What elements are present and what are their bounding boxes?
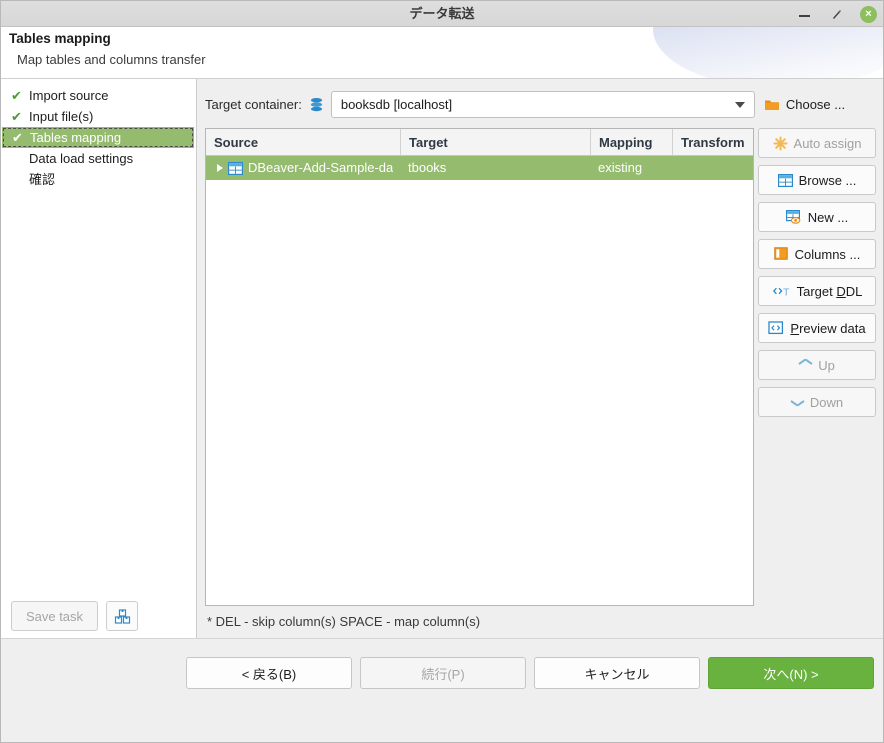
wizard-sidebar: ✔ Import source ✔ Input file(s) ✔ Tables… <box>1 79 197 639</box>
header-decoration <box>653 27 883 78</box>
sidebar-item-label: Import source <box>29 88 109 103</box>
page-title: Tables mapping <box>9 31 111 46</box>
target-container-value: booksdb [localhost] <box>340 97 453 112</box>
cell-source[interactable]: DBeaver-Add-Sample-da <box>206 156 401 180</box>
column-header-transform[interactable]: Transform <box>673 129 753 155</box>
sidebar-item-label: Input file(s) <box>29 109 94 124</box>
check-icon: ✔ <box>11 88 22 103</box>
save-task-bar: Save task <box>11 601 138 631</box>
asterisk-icon <box>773 136 788 151</box>
move-up-button[interactable]: Up <box>758 350 876 380</box>
column-header-target[interactable]: Target <box>401 129 591 155</box>
preview-icon <box>768 321 784 335</box>
chevron-up-icon <box>799 361 812 369</box>
cell-target[interactable]: tbooks <box>401 156 591 180</box>
wizard-nav-buttons: < 戻る(B) 続行(P) キャンセル 次へ(N) > <box>186 657 874 689</box>
browse-button[interactable]: Browse ... <box>758 165 876 195</box>
sidebar-item-confirm[interactable]: 確認 <box>1 169 197 190</box>
table-new-icon <box>785 210 802 224</box>
title-bar: データ転送 × <box>1 1 883 27</box>
sidebar-item-label: 確認 <box>29 172 56 187</box>
target-container-row: Target container: booksdb [localhost] Ch… <box>205 91 849 118</box>
dialog-footer: < 戻る(B) 続行(P) キャンセル 次へ(N) > <box>1 638 883 742</box>
keyboard-hint: * DEL - skip column(s) SPACE - map colum… <box>207 614 481 629</box>
columns-button[interactable]: Columns ... <box>758 239 876 269</box>
sidebar-item-data-load-settings[interactable]: Data load settings <box>1 148 197 169</box>
maximize-icon[interactable] <box>828 5 846 23</box>
browse-label: Browse ... <box>798 172 857 188</box>
preview-data-button[interactable]: Preview data <box>758 313 876 343</box>
boxes-icon <box>114 608 131 625</box>
column-header-mapping[interactable]: Mapping <box>591 129 673 155</box>
continue-button[interactable]: 続行(P) <box>360 657 526 689</box>
window-title: データ転送 <box>409 6 475 21</box>
table-header: Source Target Mapping Transform <box>206 129 753 156</box>
move-down-button[interactable]: Down <box>758 387 876 417</box>
save-task-button[interactable]: Save task <box>11 601 98 631</box>
choose-button-label: Choose ... <box>785 97 846 112</box>
sidebar-item-label: Data load settings <box>29 151 134 166</box>
column-header-source[interactable]: Source <box>206 129 401 155</box>
page-header: Tables mapping Map tables and columns tr… <box>1 27 883 79</box>
columns-icon <box>773 247 789 261</box>
target-ddl-button[interactable]: T Target DDL <box>758 276 876 306</box>
main-panel: Target container: booksdb [localhost] Ch… <box>198 79 883 639</box>
sidebar-item-label: Tables mapping <box>30 130 122 145</box>
auto-assign-label: Auto assign <box>793 135 862 151</box>
sidebar-item-input-files[interactable]: ✔ Input file(s) <box>1 106 197 127</box>
mapping-actions: Auto assign Browse ... New ... Columns .… <box>758 128 876 424</box>
chevron-down-icon[interactable] <box>734 101 745 108</box>
mapping-table[interactable]: Source Target Mapping Transform DBeaver-… <box>205 128 754 606</box>
sidebar-item-import-source[interactable]: ✔ Import source <box>1 85 197 106</box>
columns-label: Columns ... <box>794 246 861 262</box>
minimize-icon[interactable] <box>796 5 814 23</box>
window-controls: × <box>796 1 877 27</box>
cancel-button[interactable]: キャンセル <box>534 657 700 689</box>
choose-button[interactable]: Choose ... <box>762 93 849 116</box>
table-row[interactable]: DBeaver-Add-Sample-da tbooks existing <box>206 156 753 180</box>
back-button[interactable]: < 戻る(B) <box>186 657 352 689</box>
next-button[interactable]: 次へ(N) > <box>708 657 874 689</box>
folder-icon <box>764 98 780 112</box>
close-icon[interactable]: × <box>860 5 877 23</box>
target-container-combo[interactable]: booksdb [localhost] <box>330 91 755 118</box>
database-icon <box>309 97 324 113</box>
expand-arrow-icon[interactable] <box>213 164 226 172</box>
chevron-down-icon <box>791 398 804 406</box>
check-icon: ✔ <box>12 130 23 145</box>
preview-data-label: Preview data <box>790 320 866 336</box>
ddl-icon: T <box>772 284 791 298</box>
cell-mapping[interactable]: existing <box>591 156 673 180</box>
target-container-label: Target container: <box>205 97 302 112</box>
table-icon <box>777 173 793 187</box>
page-subtitle: Map tables and columns transfer <box>17 52 206 67</box>
move-down-label: Down <box>809 394 844 410</box>
wizard-steps: ✔ Import source ✔ Input file(s) ✔ Tables… <box>1 85 197 190</box>
move-up-label: Up <box>818 357 835 373</box>
check-icon: ✔ <box>11 109 22 124</box>
new-button[interactable]: New ... <box>758 202 876 232</box>
svg-text:T: T <box>783 286 790 298</box>
cell-source-label: DBeaver-Add-Sample-da <box>248 160 394 175</box>
task-stack-button[interactable] <box>106 601 138 631</box>
cell-transform[interactable] <box>673 156 753 180</box>
auto-assign-button[interactable]: Auto assign <box>758 128 876 158</box>
data-transfer-dialog: データ転送 × Tables mapping Map tables and co… <box>0 0 884 743</box>
target-ddl-label: Target DDL <box>796 283 863 299</box>
table-icon <box>228 161 243 175</box>
sidebar-item-tables-mapping[interactable]: ✔ Tables mapping <box>2 127 194 148</box>
new-label: New ... <box>807 209 849 225</box>
